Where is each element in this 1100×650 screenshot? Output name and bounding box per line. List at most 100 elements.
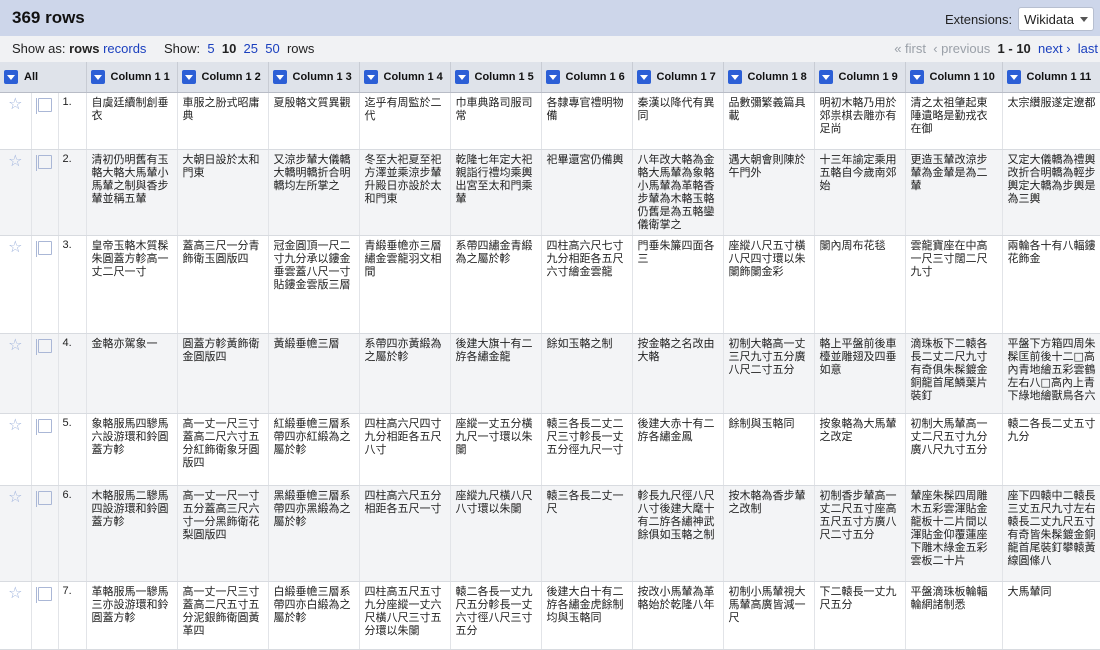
table-cell[interactable]: 巾車典路司服司常: [450, 92, 542, 150]
star-icon[interactable]: ☆: [8, 583, 22, 602]
table-cell[interactable]: 乾隆七年定大祀親詣行禮均乘輿出宮至太和門乘輦: [450, 149, 542, 236]
page-size-25[interactable]: 25: [244, 41, 258, 56]
star-icon[interactable]: ☆: [8, 151, 22, 170]
table-cell[interactable]: 白緞垂幨三層系帶四亦白緞為之屬於軫: [268, 581, 360, 650]
chevron-down-icon[interactable]: [90, 70, 105, 84]
table-cell[interactable]: 轅二各長二丈五寸九分: [1002, 413, 1100, 486]
table-cell[interactable]: 高一丈一尺三寸蓋高二尺六寸五分紅飾衛象牙圓版四: [177, 413, 269, 486]
table-cell[interactable]: 初制大輅高一丈三尺九寸五分廣八尺二寸五分: [723, 333, 815, 414]
star-icon[interactable]: ☆: [8, 94, 22, 113]
column-header[interactable]: Column 1 6: [541, 62, 633, 93]
chevron-down-icon[interactable]: [4, 70, 18, 84]
table-cell[interactable]: 大朝日設於太和門東: [177, 149, 269, 236]
table-cell[interactable]: 圓蓋方軫黃飾衛金圓版四: [177, 333, 269, 414]
show-as-records-link[interactable]: records: [103, 41, 146, 56]
column-header[interactable]: Column 1 2: [177, 62, 269, 93]
table-cell[interactable]: 象輅服馬四驂馬六設游環和鈴圓蓋方軫: [86, 413, 178, 486]
table-cell[interactable]: 後建大白十有二斿各繡金虎餘制均與玉輅同: [541, 581, 633, 650]
table-cell[interactable]: 初制小馬輦視大馬輦高廣皆減一尺: [723, 581, 815, 650]
page-size-5[interactable]: 5: [207, 41, 214, 56]
page-size-10[interactable]: 10: [222, 41, 236, 56]
table-cell[interactable]: 冠金圓頂一尺二寸九分承以鏤金垂雲蓋八尺一寸貼鏤金雲版三層: [268, 235, 360, 334]
table-cell[interactable]: 八年改大輅為金輅大馬輦為象輅小馬輦為革輅香步輦為木輅玉輅仍舊是為五輅鑾儀衛掌之: [632, 149, 724, 236]
chevron-down-icon[interactable]: [1006, 70, 1021, 84]
table-cell[interactable]: 皇帝玉輅木質髹朱圓蓋方軫高一丈二尺一寸: [86, 235, 178, 334]
next-page-link[interactable]: next ›: [1038, 41, 1071, 56]
flag-icon[interactable]: [35, 155, 52, 171]
table-cell[interactable]: 清初仍明舊有玉輅大輅大馬輦小馬輦之制與香步輦並稱五輦: [86, 149, 178, 236]
chevron-down-icon[interactable]: [545, 70, 560, 84]
table-cell[interactable]: 祀畢還宮仍備輿: [541, 149, 633, 236]
table-cell[interactable]: 轅二各長一丈九尺五分軫長一丈六寸徑八尺三寸五分: [450, 581, 542, 650]
table-cell[interactable]: 雲龍寶座在中高一尺三寸闊二尺九寸: [905, 235, 1003, 334]
column-header[interactable]: Column 1 9: [814, 62, 906, 93]
table-cell[interactable]: 遇大朝會則陳於午門外: [723, 149, 815, 236]
table-cell[interactable]: 門垂朱簾四面各三: [632, 235, 724, 334]
table-cell[interactable]: 青緞垂幨亦三層繡金雲龍羽文相間: [359, 235, 451, 334]
table-cell[interactable]: 更造玉輦改涼步輦為金輦是為二輦: [905, 149, 1003, 236]
table-cell[interactable]: 黑緞垂幨三層系帶四亦黑緞為之屬於軫: [268, 485, 360, 582]
star-icon[interactable]: ☆: [8, 237, 22, 256]
table-cell[interactable]: 滴珠板下二轅各長二丈二尺九寸有奇俱朱髹鍍金銅龍首尾鱗葉片裝釘: [905, 333, 1003, 414]
table-cell[interactable]: 餘如玉輅之制: [541, 333, 633, 414]
table-cell[interactable]: 紅緞垂幨三層系帶四亦紅緞為之屬於軫: [268, 413, 360, 486]
star-icon[interactable]: ☆: [8, 335, 22, 354]
page-size-50[interactable]: 50: [265, 41, 279, 56]
table-cell[interactable]: 初制大馬輦高一丈二尺五寸九分廣八尺九寸五分: [905, 413, 1003, 486]
table-cell[interactable]: 按改小馬輦為革輅始於乾隆八年: [632, 581, 724, 650]
first-page-link[interactable]: « first: [894, 41, 926, 56]
chevron-down-icon[interactable]: [181, 70, 196, 84]
table-cell[interactable]: 餘制與玉輅同: [723, 413, 815, 486]
table-cell[interactable]: 按木輅為香步輦之改制: [723, 485, 815, 582]
chevron-down-icon[interactable]: [909, 70, 924, 84]
table-cell[interactable]: 蓋高三尺一分青飾衛玉圓版四: [177, 235, 269, 334]
table-cell[interactable]: 大馬輦同: [1002, 581, 1100, 650]
show-as-rows[interactable]: rows: [69, 41, 99, 56]
chevron-down-icon[interactable]: [454, 70, 469, 84]
table-cell[interactable]: 軫長九尺徑八尺八寸後建大麾十有二斿各繡神武餘俱如玉輅之制: [632, 485, 724, 582]
flag-icon[interactable]: [35, 339, 52, 355]
table-cell[interactable]: 輦座朱髹四周雕木五彩雲渾貼金龍板十二片間以渾貼金仰覆蓮座下雕木綠金五彩雲板二十片: [905, 485, 1003, 582]
table-cell[interactable]: 按金輅之名改由大輅: [632, 333, 724, 414]
flag-icon[interactable]: [35, 491, 52, 507]
table-cell[interactable]: 高一丈一尺三寸蓋高二尺五寸五分泥銀飾衛圓黃革四: [177, 581, 269, 650]
column-header[interactable]: Column 1 4: [359, 62, 451, 93]
last-page-link[interactable]: last: [1078, 41, 1098, 56]
table-cell[interactable]: 十三年諭定乘用五輅自今歲南郊始: [814, 149, 906, 236]
chevron-down-icon[interactable]: [818, 70, 833, 84]
table-cell[interactable]: 四柱高六尺五分相距各五尺一寸: [359, 485, 451, 582]
table-cell[interactable]: 黃緞垂幨三層: [268, 333, 360, 414]
table-cell[interactable]: 座縱九尺橫八尺八寸環以朱闌: [450, 485, 542, 582]
flag-icon[interactable]: [35, 419, 52, 435]
table-cell[interactable]: 後建大旗十有二斿各繡金龍: [450, 333, 542, 414]
table-cell[interactable]: 後建大赤十有二斿各繡金鳳: [632, 413, 724, 486]
table-cell[interactable]: 金輅亦駕象一: [86, 333, 178, 414]
table-cell[interactable]: 自虞廷續制創垂衣: [86, 92, 178, 150]
table-cell[interactable]: 四柱高六尺四寸九分相距各五尺八寸: [359, 413, 451, 486]
column-header[interactable]: Column 1 3: [268, 62, 360, 93]
column-header[interactable]: Column 1 11: [1002, 62, 1100, 93]
star-icon[interactable]: ☆: [8, 415, 22, 434]
table-cell[interactable]: 輅上平盤前後車檯並雕翅及四垂如意: [814, 333, 906, 414]
table-cell[interactable]: 車服之朌式昭庸典: [177, 92, 269, 150]
table-cell[interactable]: 下二轅長一丈九尺五分: [814, 581, 906, 650]
table-cell[interactable]: 品數彌繁義篇具載: [723, 92, 815, 150]
table-cell[interactable]: 闌內周布花毯: [814, 235, 906, 334]
column-header[interactable]: Column 1 8: [723, 62, 815, 93]
table-cell[interactable]: 系帶四繡金青緞為之屬於軫: [450, 235, 542, 334]
chevron-down-icon[interactable]: [727, 70, 742, 84]
table-cell[interactable]: 高一丈一尺一寸五分蓋高三尺六寸一分黑飾衛花梨圓版四: [177, 485, 269, 582]
table-cell[interactable]: 座縱一丈五分橫九尺一寸環以朱闌: [450, 413, 542, 486]
flag-icon[interactable]: [35, 587, 52, 603]
table-cell[interactable]: 轅三各長二丈二尺三寸軫長一丈五分徑九尺一寸: [541, 413, 633, 486]
table-cell[interactable]: 初制香步輦高一丈二尺五寸座高五尺五寸方廣八尺二寸五分: [814, 485, 906, 582]
table-cell[interactable]: 兩輪各十有八輻鏤花飾金: [1002, 235, 1100, 334]
table-cell[interactable]: 平盤滴珠板輪輻輪網諸制悉: [905, 581, 1003, 650]
previous-page-link[interactable]: ‹ previous: [933, 41, 990, 56]
table-cell[interactable]: 太宗纘服遂定遼都: [1002, 92, 1100, 150]
column-header[interactable]: Column 1 7: [632, 62, 724, 93]
table-cell[interactable]: 革輅服馬一驂馬三亦設游環和鈴圓蓋方軫: [86, 581, 178, 650]
table-cell[interactable]: 冬至大祀夏至祀方澤並乘涼步輦升殿日亦設於太和門東: [359, 149, 451, 236]
table-cell[interactable]: 各隸專官禮明物備: [541, 92, 633, 150]
table-cell[interactable]: 系帶四亦黃緞為之屬於軫: [359, 333, 451, 414]
